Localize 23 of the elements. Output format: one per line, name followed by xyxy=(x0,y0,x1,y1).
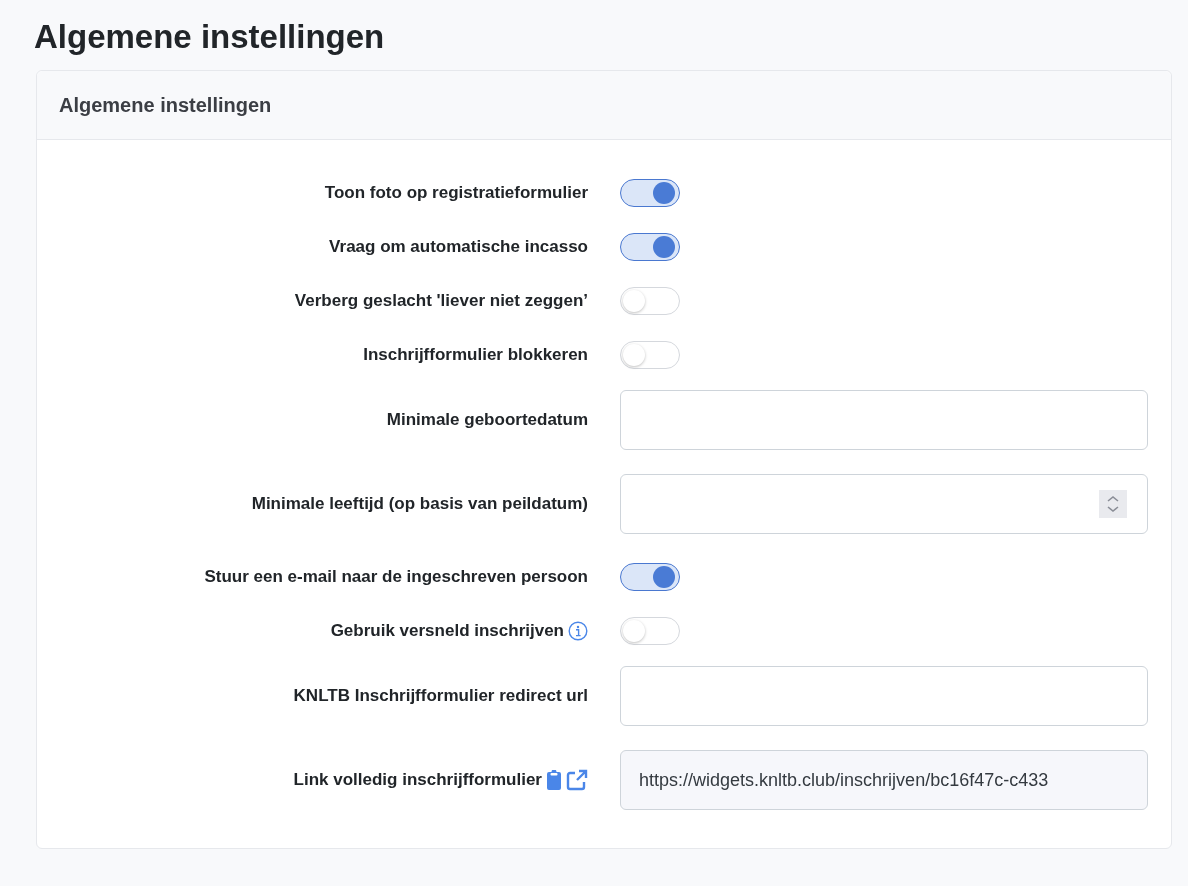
field-label: Stuur een e-mail naar de ingeschreven persoon xyxy=(204,567,588,587)
page-title: Algemene instellingen xyxy=(34,18,386,56)
field-label: Vraag om automatische incasso xyxy=(329,237,588,257)
field-label: Verberg geslacht 'liever niet zeggen’ xyxy=(294,291,588,311)
field-label: Inschrijfformulier blokkeren xyxy=(363,345,588,365)
input-field[interactable] xyxy=(620,666,1148,726)
input-field[interactable] xyxy=(620,390,1148,450)
external-link-icon[interactable] xyxy=(566,769,588,791)
field-label: Link volledig inschrijfformulier xyxy=(293,770,542,790)
link-field[interactable]: https://widgets.knltb.club/inschrijven/bc16f47c-c433 xyxy=(620,750,1148,810)
field-label: Gebruik versneld inschrijven xyxy=(330,621,564,641)
field-label: Toon foto op registratieformulier xyxy=(324,183,588,203)
field-label: KNLTB Inschrijfformulier redirect url xyxy=(293,686,588,706)
field-label: Minimale geboortedatum xyxy=(386,410,588,430)
info-icon[interactable] xyxy=(568,621,588,641)
toggle-switch[interactable] xyxy=(620,563,680,591)
card-title: Algemene instellingen xyxy=(59,93,272,117)
spinner-icon[interactable] xyxy=(1099,490,1127,518)
toggle-switch[interactable] xyxy=(620,233,680,261)
toggle-switch[interactable] xyxy=(620,179,680,207)
number-field[interactable] xyxy=(620,474,1148,534)
clipboard-icon[interactable] xyxy=(546,770,562,790)
field-label: Minimale leeftijd (op basis van peildatum) xyxy=(251,494,588,514)
